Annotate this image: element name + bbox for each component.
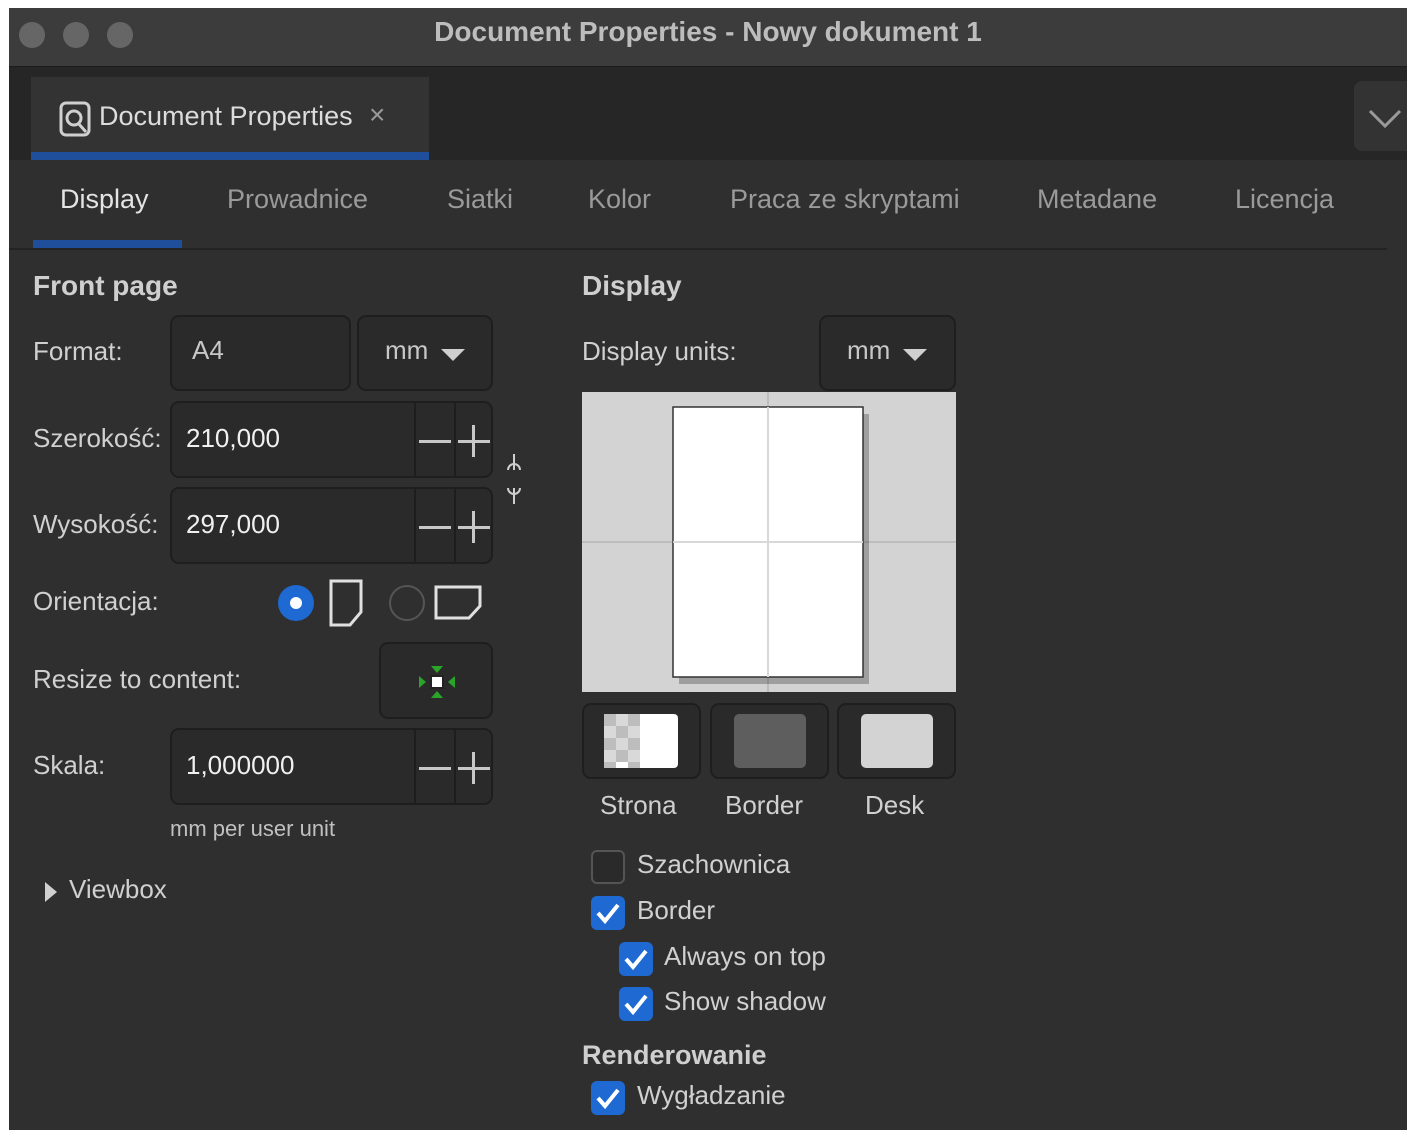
checkmark-icon	[624, 994, 648, 1016]
portrait-radio[interactable]	[277, 584, 315, 622]
checkerboard-checkbox[interactable]	[591, 850, 625, 884]
checkmark-icon	[596, 903, 620, 925]
desk-color-button[interactable]	[837, 703, 956, 779]
plus-icon[interactable]	[458, 511, 490, 543]
height-spinbutton[interactable]: 297,000	[170, 487, 493, 564]
caret-down-icon	[441, 349, 465, 361]
dock-tab-indicator	[31, 152, 429, 160]
document-properties-icon	[59, 101, 91, 137]
tab-license[interactable]: Licencja	[1235, 184, 1334, 215]
border-color-label: Border	[725, 790, 804, 820]
checkerboard-swatch	[604, 714, 678, 768]
show-shadow-checkbox[interactable]	[619, 987, 653, 1021]
minus-icon[interactable]	[419, 767, 451, 771]
minus-icon[interactable]	[419, 526, 451, 530]
checkmark-icon	[624, 949, 648, 971]
viewbox-label: Viewbox	[69, 874, 167, 904]
document-properties-window: Document Properties - Nowy dokument 1 Do…	[9, 8, 1407, 1130]
format-unit-dropdown[interactable]: mm	[357, 315, 493, 391]
caret-down-icon	[903, 349, 927, 361]
page-preview	[582, 392, 956, 692]
border-checkbox[interactable]	[591, 896, 625, 930]
desk-color-label: Desk	[865, 790, 925, 820]
lock-ratio-chain-icon[interactable]	[505, 452, 523, 508]
height-label: Wysokość:	[33, 509, 159, 539]
page-color-button[interactable]	[582, 703, 701, 779]
active-tab-indicator	[33, 240, 182, 248]
front-page-header: Front page	[33, 270, 178, 301]
tab-guides[interactable]: Prowadnice	[227, 184, 368, 215]
landscape-page-icon	[434, 585, 482, 620]
tab-metadata[interactable]: Metadane	[1037, 184, 1157, 215]
antialiasing-checkbox[interactable]	[591, 1081, 625, 1115]
scale-value: 1,000000	[186, 750, 295, 780]
border-color-button[interactable]	[710, 703, 829, 779]
scale-label: Skala:	[33, 750, 106, 780]
landscape-radio[interactable]	[388, 584, 426, 622]
tab-display[interactable]: Display	[60, 184, 149, 215]
checkerboard-label: Szachownica	[637, 849, 791, 879]
plus-icon[interactable]	[458, 752, 490, 784]
expander-arrow-icon	[45, 882, 57, 902]
notebook-tabs: Display Prowadnice Siatki Kolor Praca ze…	[9, 160, 1387, 250]
checkmark-icon	[596, 1088, 620, 1110]
resize-to-content-label: Resize to content:	[33, 664, 242, 694]
display-header: Display	[582, 270, 682, 301]
border-color-swatch	[734, 714, 806, 768]
tab-scripting[interactable]: Praca ze skryptami	[730, 184, 960, 215]
window-title: Document Properties - Nowy dokument 1	[434, 16, 982, 47]
portrait-page-icon	[329, 579, 363, 627]
border-checkbox-label: Border	[637, 895, 716, 925]
width-spinbutton[interactable]: 210,000	[170, 401, 493, 478]
title-bar: Document Properties - Nowy dokument 1	[9, 8, 1407, 67]
close-icon[interactable]: ×	[369, 99, 385, 131]
scale-spinbutton[interactable]: 1,000000	[170, 728, 493, 805]
dock-tab-document-properties[interactable]: Document Properties ×	[31, 77, 429, 160]
antialiasing-label: Wygładzanie	[637, 1080, 786, 1110]
display-units-label: Display units:	[582, 336, 737, 366]
always-on-top-checkbox[interactable]	[619, 942, 653, 976]
dock-tab-label: Document Properties	[99, 101, 353, 131]
always-on-top-label: Always on top	[664, 941, 826, 971]
desk-color-swatch	[861, 714, 933, 768]
minus-icon[interactable]	[419, 440, 451, 444]
page-color-label: Strona	[600, 790, 677, 820]
orientation-label: Orientacja:	[33, 586, 159, 616]
viewbox-expander[interactable]: Viewbox	[43, 872, 203, 912]
tab-color[interactable]: Kolor	[588, 184, 651, 215]
format-value: A4	[192, 335, 224, 365]
format-label: Format:	[33, 336, 123, 366]
resize-to-content-button[interactable]	[379, 642, 493, 719]
format-unit-value: mm	[385, 335, 429, 365]
width-label: Szerokość:	[33, 423, 162, 453]
rendering-header: Renderowanie	[582, 1040, 767, 1070]
resize-to-content-icon	[419, 666, 455, 698]
dock-menu-button[interactable]	[1354, 81, 1407, 151]
dock-tab-bar: Document Properties ×	[9, 67, 1407, 160]
width-value: 210,000	[186, 423, 280, 453]
format-combo[interactable]: A4	[170, 315, 351, 391]
properties-panel: Display Prowadnice Siatki Kolor Praca ze…	[9, 160, 1407, 1130]
tab-grids[interactable]: Siatki	[447, 184, 513, 215]
display-units-value: mm	[847, 335, 891, 365]
height-value: 297,000	[186, 509, 280, 539]
scale-unit-note: mm per user unit	[170, 816, 336, 841]
chevron-down-icon	[1368, 109, 1402, 129]
show-shadow-label: Show shadow	[664, 986, 826, 1016]
page-preview-canvas	[582, 392, 956, 692]
plus-icon[interactable]	[458, 425, 490, 457]
display-units-dropdown[interactable]: mm	[819, 315, 956, 391]
